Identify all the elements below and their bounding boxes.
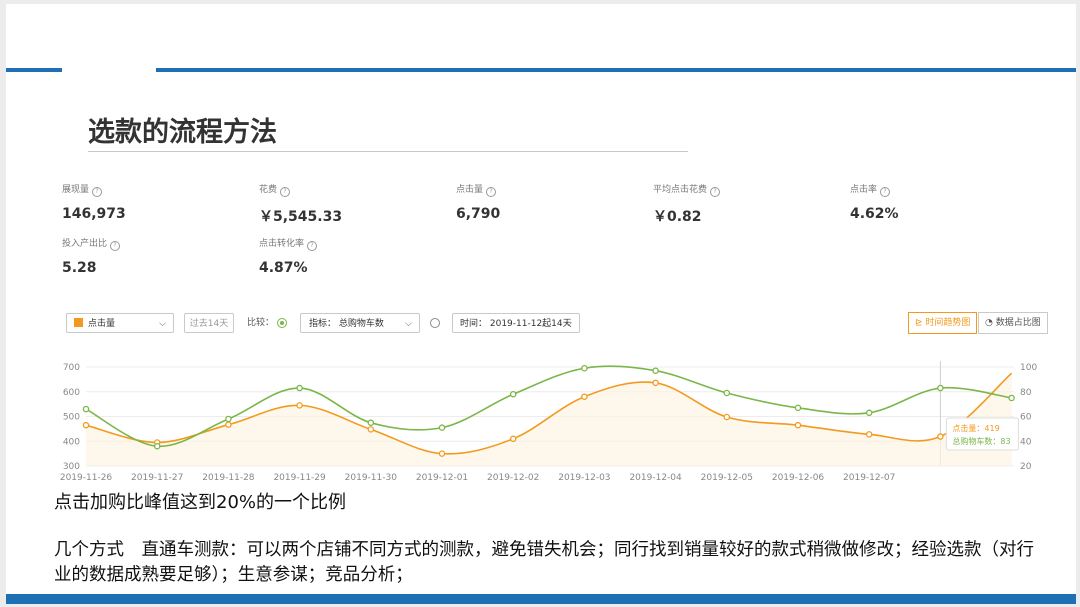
x-axis-tick-label: 2019-12-05 xyxy=(701,473,753,483)
footer-band xyxy=(6,594,1076,604)
x-axis-tick-label: 2019-12-03 xyxy=(558,473,610,483)
trend-chart[interactable]: 700 600 500 400 300 100 80 60 40 20 2019-11-26 2019… xyxy=(50,160,1048,494)
data-point xyxy=(296,402,303,409)
data-point xyxy=(865,431,873,438)
slide-body-text: 几个方式 直通车测款：可以两个店铺不同方式的测款，避免错失机会；同行找到销量较好… xyxy=(54,540,1034,585)
x-axis-tick-label: 2019-12-02 xyxy=(487,473,539,483)
tooltip-label: 总购物车数：83 xyxy=(952,436,1010,446)
series-area-fill xyxy=(86,373,1012,466)
data-point xyxy=(225,421,232,428)
header-accent-bar-right xyxy=(156,68,1076,72)
title-underline xyxy=(88,151,688,152)
slide-title: 选款的流程方法 xyxy=(88,117,277,148)
tooltip-label: 点击量：419 xyxy=(952,423,999,433)
data-point xyxy=(509,435,517,443)
data-point xyxy=(82,421,90,429)
right-axis-tick-label: 100 xyxy=(1020,363,1037,373)
data-point xyxy=(225,415,232,423)
data-point xyxy=(367,419,375,426)
x-axis-tick-label: 2019-12-01 xyxy=(416,473,468,483)
data-point xyxy=(723,413,731,421)
x-axis-tick-label: 2019-11-29 xyxy=(273,473,326,483)
data-point xyxy=(509,390,517,398)
data-point xyxy=(1008,394,1015,402)
slide-caption: 点击加购比峰值这到20%的一个比例 xyxy=(54,492,347,513)
screenshot-panel: 展现量? 146,973 花费? ￥5,545.33 点击量? 6,790 平均… xyxy=(50,160,1048,494)
data-point xyxy=(438,450,446,457)
data-point xyxy=(438,424,446,431)
data-point xyxy=(82,405,90,413)
data-point xyxy=(794,404,802,412)
right-axis-tick-label: 20 xyxy=(1020,462,1032,472)
right-axis-tick-label: 80 xyxy=(1020,388,1032,398)
x-axis-tick-label: 2019-12-06 xyxy=(772,473,825,483)
left-axis-tick-label: 300 xyxy=(63,462,80,472)
x-axis-tick-label: 2019-11-27 xyxy=(131,473,183,483)
data-point xyxy=(865,409,873,417)
x-axis-tick-label: 2019-12-04 xyxy=(629,473,682,483)
data-point xyxy=(296,384,303,392)
data-point xyxy=(367,426,375,433)
data-point xyxy=(937,384,944,392)
data-point xyxy=(652,367,659,374)
header-accent-bar-left xyxy=(6,68,62,72)
left-axis-tick-label: 400 xyxy=(63,437,80,447)
data-point xyxy=(794,421,802,429)
data-point xyxy=(581,364,588,372)
data-point xyxy=(153,442,161,450)
x-axis-tick-label: 2019-11-30 xyxy=(345,473,398,483)
x-axis-tick-label: 2019-11-28 xyxy=(202,473,255,483)
data-point xyxy=(723,389,731,397)
data-point xyxy=(652,379,659,387)
left-axis-tick-label: 700 xyxy=(63,363,80,373)
right-axis-tick-label: 60 xyxy=(1020,413,1032,423)
x-axis-tick-label: 2019-11-26 xyxy=(60,473,113,483)
data-point xyxy=(937,433,944,440)
left-axis-tick-label: 500 xyxy=(63,413,80,423)
data-point xyxy=(581,393,588,400)
x-axis-tick-label: 2019-12-07 xyxy=(843,473,895,483)
left-axis-tick-label: 600 xyxy=(63,388,80,398)
slide: 选款的流程方法 展现量? 146,973 花费? ￥5,545.33 点击量? … xyxy=(6,4,1076,604)
right-axis-tick-label: 40 xyxy=(1020,437,1032,447)
